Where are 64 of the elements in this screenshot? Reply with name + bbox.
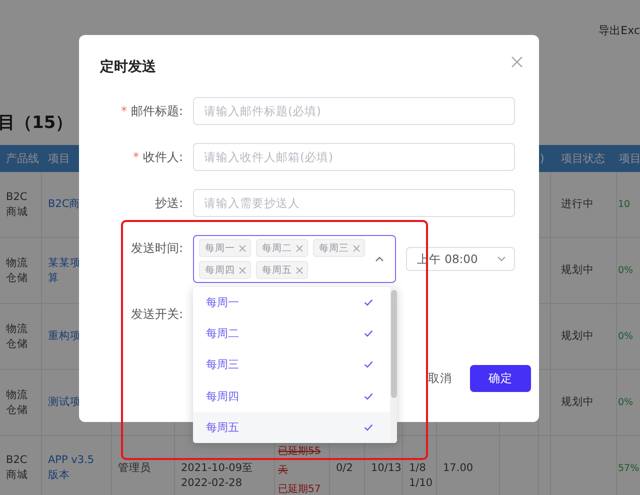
chevron-up-icon [375, 256, 384, 262]
tag-close-icon[interactable] [239, 266, 246, 274]
table-cell: 1/8 1/10 [403, 436, 437, 495]
table-cell: 0% [617, 238, 640, 304]
dropdown-option[interactable]: 每周二 [193, 318, 390, 350]
column-header: 产品线 [5, 151, 40, 166]
text-field[interactable]: 请输入邮件标题(必填) [193, 97, 515, 125]
table-cell: 规划中 [551, 370, 617, 436]
export-link[interactable]: 导出Exc [598, 23, 640, 38]
field-label: 发送开关: [130, 306, 183, 322]
confirm-button[interactable]: 确定 [470, 365, 531, 392]
project-link[interactable]: APP v3.5 版本 [48, 452, 108, 482]
field-label: 邮件标题: [130, 102, 183, 120]
delay-text: 已延期57 [278, 482, 322, 495]
column-header: 项目状态 [560, 151, 606, 166]
table-cell: B2C商城 [0, 172, 42, 238]
table-cell: 物流仓储 [0, 304, 42, 370]
table-cell: 0% [617, 370, 640, 436]
tag-label: 每周一 [205, 242, 235, 254]
dropdown-option[interactable]: 每周三 [193, 349, 390, 381]
table-cell: 17.00 [437, 436, 500, 495]
field-label: 抄送: [154, 194, 183, 212]
scrollbar[interactable] [390, 287, 397, 443]
field-label: 收件人: [142, 148, 183, 166]
table-cell: 10 [617, 172, 640, 238]
table-cell: 物流仓储 [0, 370, 42, 436]
dropdown-option[interactable]: 每周四 [193, 380, 390, 412]
tag-label: 每周五 [262, 264, 292, 276]
table-cell: 规划中 [551, 238, 617, 304]
column-header: 项目 [47, 151, 71, 166]
column-header: 项目 [618, 151, 640, 166]
page-heading: 目（15） [0, 112, 73, 134]
dialog-title: 定时发送 [100, 58, 156, 76]
column-header: ) [539, 152, 546, 165]
table-cell: 0% [617, 304, 640, 370]
tag-label: 每周二 [262, 242, 292, 254]
table-cell: 管理员 [112, 436, 175, 495]
close-icon[interactable] [511, 56, 523, 68]
project-link[interactable]: 重构项 [48, 329, 81, 344]
tag-close-icon[interactable] [296, 244, 303, 252]
project-link[interactable]: B2C商 [48, 197, 81, 212]
project-link[interactable]: 测试项 [48, 395, 81, 410]
project-link[interactable]: 某某项算 [48, 256, 81, 286]
table-cell: 物流仓储 [0, 238, 42, 304]
table-cell: 57% [617, 436, 640, 495]
text-field[interactable]: 请输入需要抄送人 [193, 189, 515, 217]
chevron-down-icon [497, 256, 506, 262]
tag-close-icon[interactable] [239, 244, 246, 252]
table-cell: B2C商城 [0, 436, 42, 495]
required-mark: * [132, 150, 139, 164]
tag-close-icon[interactable] [296, 266, 303, 274]
tag-close-icon[interactable] [353, 244, 360, 252]
weekday-select[interactable]: 每周一 每周二 每周三 每周四 每周五 [193, 235, 396, 283]
text-field[interactable]: 请输入收件人邮箱(必填) [193, 143, 515, 171]
table-cell: 规划中 [551, 304, 617, 370]
tag-label: 每周四 [205, 264, 235, 276]
dropdown-option[interactable]: 每周五 [193, 412, 390, 443]
required-mark: * [120, 104, 127, 118]
dropdown-option[interactable]: 每周一 [193, 287, 390, 318]
scrollbar-thumb[interactable] [390, 290, 396, 398]
tag-label: 每周三 [319, 242, 349, 254]
delay-text: 已延期55天 [278, 444, 322, 478]
field-label: 发送时间: [130, 240, 183, 257]
table-cell: 进行中 [551, 172, 617, 238]
